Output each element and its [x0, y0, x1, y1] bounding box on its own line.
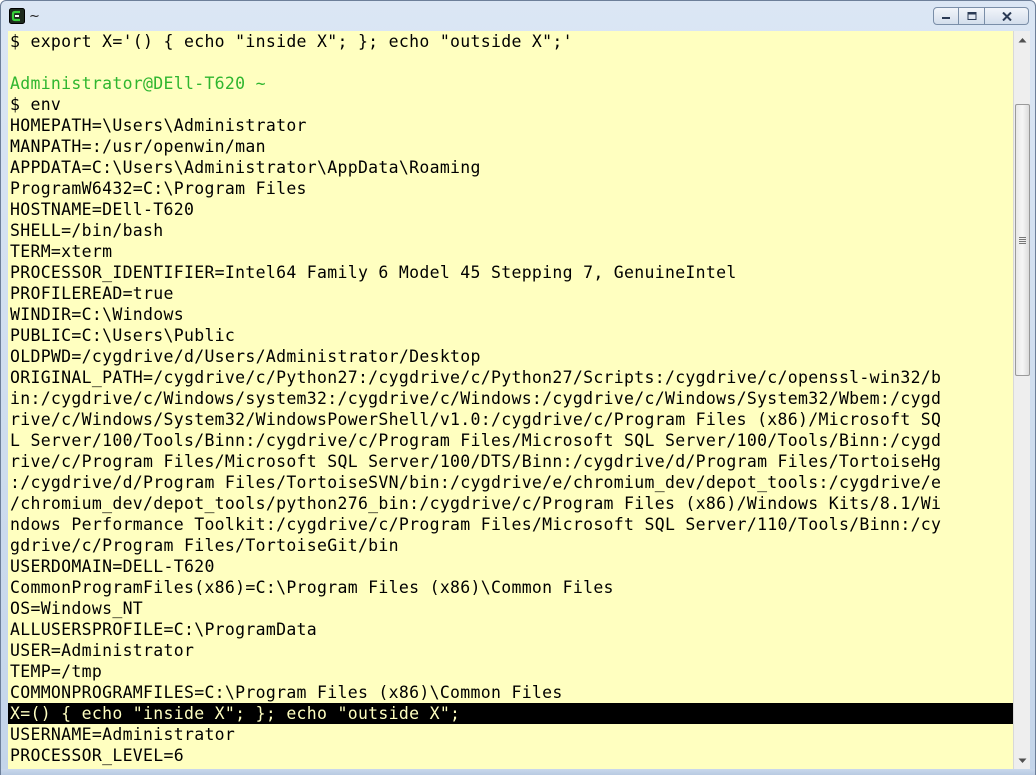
terminal-line: TEMP=/tmp	[10, 662, 103, 681]
terminal-line: USER=Administrator	[10, 641, 195, 660]
terminal-line: SHELL=/bin/bash	[10, 221, 164, 240]
terminal-line: USERDOMAIN=DELL-T620	[10, 557, 215, 576]
terminal-line: ORIGINAL_PATH=/cygdrive/c/Python27:/cygd…	[10, 368, 942, 387]
terminal-line: OLDPWD=/cygdrive/d/Users/Administrator/D…	[10, 347, 481, 366]
terminal-line: WINDIR=C:\Windows	[10, 305, 184, 324]
terminal-line: in:/cygdrive/c/Windows/system32:/cygdriv…	[10, 389, 942, 408]
scroll-down-button[interactable]	[1014, 752, 1030, 769]
cygwin-terminal-icon[interactable]	[9, 8, 25, 24]
terminal-line: USERNAME=Administrator	[10, 725, 236, 744]
terminal-line: APPDATA=C:\Users\Administrator\AppData\R…	[10, 158, 481, 177]
title-bar[interactable]: ~	[1, 1, 1035, 31]
terminal-line: ALLUSERSPROFILE=C:\ProgramData	[10, 620, 318, 639]
close-icon	[1001, 11, 1012, 21]
terminal-line: MANPATH=:/usr/openwin/man	[10, 137, 266, 156]
terminal-lines: $ export X='() { echo "inside X"; }; ech…	[8, 31, 1013, 766]
terminal-line: rive/c/Windows/System32/WindowsPowerShel…	[10, 410, 942, 429]
terminal-line: PUBLIC=C:\Users\Public	[10, 326, 236, 345]
terminal-line: HOSTNAME=DEll-T620	[10, 200, 195, 219]
terminal-line: L Server/100/Tools/Binn:/cygdrive/c/Prog…	[10, 431, 942, 450]
prompt-line: Administrator@DEll-T620 ~	[10, 74, 266, 93]
window-frame-bottom	[1, 769, 1035, 775]
terminal-line: rive/c/Program Files/Microsoft SQL Serve…	[10, 452, 942, 471]
close-button[interactable]	[985, 7, 1029, 25]
window-controls	[933, 7, 1029, 25]
window-title: ~	[29, 8, 40, 24]
maximize-icon	[967, 12, 976, 20]
minimize-icon	[942, 17, 950, 19]
terminal-window: ~ $ export X='() { echo "inside X"; }; e…	[0, 0, 1036, 775]
terminal-line: CommonProgramFiles(x86)=C:\Program Files…	[10, 578, 614, 597]
minimize-button[interactable]	[933, 7, 959, 25]
arrow-up-icon	[1018, 37, 1026, 42]
grip-icon	[1019, 236, 1026, 244]
scroll-up-button[interactable]	[1014, 31, 1030, 48]
terminal-line: PROCESSOR_LEVEL=6	[10, 746, 184, 765]
terminal-line: PROCESSOR_IDENTIFIER=Intel64 Family 6 Mo…	[10, 263, 737, 282]
vertical-scrollbar[interactable]	[1013, 31, 1030, 769]
terminal-line: $ env	[10, 95, 62, 114]
maximize-button[interactable]	[959, 7, 985, 25]
terminal-line: PROFILEREAD=true	[10, 284, 174, 303]
terminal-line: TERM=xterm	[10, 242, 113, 261]
terminal-line: COMMONPROGRAMFILES=C:\Program Files (x86…	[10, 683, 563, 702]
terminal-line: ProgramW6432=C:\Program Files	[10, 179, 307, 198]
terminal-output[interactable]: $ export X='() { echo "inside X"; }; ech…	[8, 31, 1013, 769]
terminal-line: gdrive/c/Program Files/TortoiseGit/bin	[10, 536, 399, 555]
terminal-line: OS=Windows_NT	[10, 599, 144, 618]
terminal-line: /chromium_dev/depot_tools/python276_bin:…	[10, 494, 942, 513]
arrow-down-icon	[1018, 758, 1026, 763]
terminal-line: $ export X='() { echo "inside X"; }; ech…	[10, 32, 573, 51]
terminal-line: :/cygdrive/d/Program Files/TortoiseSVN/b…	[10, 473, 942, 492]
terminal-line: HOMEPATH=\Users\Administrator	[10, 116, 307, 135]
terminal-line: ndows Performance Toolkit:/cygdrive/c/Pr…	[10, 515, 942, 534]
scrollbar-thumb[interactable]	[1015, 104, 1030, 376]
selected-terminal-line: X=() { echo "inside X"; }; echo "outside…	[8, 703, 1013, 724]
